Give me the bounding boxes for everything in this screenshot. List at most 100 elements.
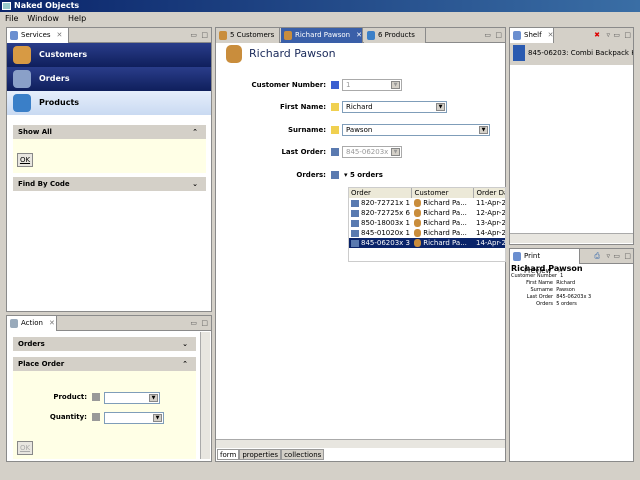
minimize-icon[interactable]: ▭ (190, 319, 197, 327)
dropdown-icon: ▼ (391, 81, 400, 89)
order-cell[interactable]: 850-18003x 1 (349, 218, 412, 228)
table-row[interactable]: 845-06203x 3 Richard Pa... 14-Apr-2 (349, 238, 505, 248)
print-button-icon[interactable]: ⎙ (594, 252, 600, 261)
customer-cell[interactable]: Richard Pa... (412, 218, 474, 228)
surname-field[interactable]: Pawson ▼ (342, 124, 490, 136)
horizontal-scrollbar[interactable] (510, 233, 633, 243)
order-cell[interactable]: 845-06203x 3 (349, 238, 412, 248)
maximize-icon[interactable]: □ (624, 252, 631, 260)
dropdown-icon[interactable]: ▼ (479, 126, 488, 134)
tab-form[interactable]: form (217, 449, 240, 460)
dropdown-icon[interactable]: ▼ (149, 394, 158, 402)
expand-icon[interactable]: ⌄ (192, 177, 198, 191)
column-header-customer[interactable]: Customer (411, 188, 475, 198)
place-order-header[interactable]: Place Order ⌃ (13, 357, 196, 371)
ok-button[interactable]: OK (17, 153, 33, 167)
minimize-icon[interactable]: ▭ (190, 31, 197, 39)
action-icon (10, 319, 18, 328)
tab-customers[interactable]: 5 Customers (216, 28, 280, 43)
tab-action[interactable]: Action ✕ (7, 316, 57, 331)
label: Orders (18, 340, 45, 348)
column-header-order-date[interactable]: Order Da (473, 188, 505, 198)
last-order-field[interactable]: 845-06203x 3 ▼ (342, 146, 402, 158)
horizontal-scrollbar[interactable] (216, 439, 505, 448)
dropdown-icon[interactable]: ▼ (153, 414, 162, 422)
maximize-icon[interactable]: □ (495, 31, 502, 39)
quantity-input[interactable]: ▼ (104, 412, 164, 424)
print-preview-content: Richard Pawson Customer Number 1 First Na… (511, 264, 631, 308)
order-cell[interactable]: 820-72725x 6 (349, 208, 412, 218)
collapse-icon[interactable]: ⌃ (192, 125, 198, 139)
table-row[interactable]: 820-72721x 1 Richard Pa... 11-Apr-2 (349, 198, 505, 208)
order-cell[interactable]: 820-72721x 1 (349, 198, 412, 208)
menu-help[interactable]: Help (68, 14, 86, 23)
view-menu-icon[interactable]: ▿ (606, 31, 610, 39)
customer-cell[interactable]: Richard Pa... (412, 198, 474, 208)
vertical-scrollbar[interactable] (200, 332, 210, 459)
customer-cell[interactable]: Richard Pa... (412, 208, 474, 218)
maximize-icon[interactable]: □ (201, 31, 208, 39)
order-date-cell[interactable]: 11-Apr-2 (474, 198, 505, 208)
label: Show All (18, 128, 52, 136)
show-all-header[interactable]: Show All ⌃ (13, 125, 206, 139)
orders-header[interactable]: Orders ⌄ (13, 337, 196, 351)
menu-file[interactable]: File (5, 14, 18, 23)
order-icon (331, 171, 339, 179)
order-date-cell[interactable]: 14-Apr-2 (474, 228, 505, 238)
preview-row: First Name Richard (511, 280, 631, 287)
maximize-icon[interactable]: □ (624, 31, 631, 39)
service-customers[interactable]: Customers (7, 43, 211, 67)
order-icon (351, 209, 359, 217)
tab-collections[interactable]: collections (281, 449, 325, 460)
table-row[interactable]: 820-72725x 6 Richard Pa... 12-Apr-2 (349, 208, 505, 218)
collapse-icon[interactable]: ⌃ (182, 357, 188, 371)
clear-shelf-icon[interactable]: ✖ (594, 31, 600, 39)
dropdown-icon[interactable]: ▼ (436, 103, 445, 111)
minimize-icon[interactable]: ▭ (613, 252, 620, 260)
tab-richard-pawson[interactable]: Richard Pawson ✕ (281, 28, 363, 43)
order-date-cell[interactable]: 12-Apr-2 (474, 208, 505, 218)
view-menu-icon[interactable]: ▿ (606, 252, 610, 260)
text-icon (331, 126, 339, 134)
close-icon[interactable]: ✕ (356, 31, 362, 39)
expand-icon[interactable]: ⌄ (182, 337, 188, 351)
tab-properties[interactable]: properties (239, 449, 282, 460)
customer-cell[interactable]: Richard Pa... (411, 238, 474, 248)
service-orders[interactable]: Orders (7, 67, 211, 91)
ok-button[interactable]: OK (17, 441, 33, 455)
menu-window[interactable]: Window (27, 14, 59, 23)
label: Place Order (18, 360, 65, 368)
shelf-item[interactable]: 845-06203: Combi Backpack Ham (510, 43, 633, 65)
table-row[interactable]: 850-18003x 1 Richard Pa... 13-Apr-2 (349, 218, 505, 228)
order-date-cell[interactable]: 14-Apr-2 (473, 238, 505, 248)
label: Orders (536, 301, 553, 307)
tab-shelf[interactable]: Shelf ✕ (510, 28, 554, 43)
order-cell[interactable]: 845-01020x 1 (349, 228, 412, 238)
app-icon (2, 2, 11, 10)
label: 845-06203: Combi Backpack Ham (528, 49, 633, 57)
orders-toggle[interactable]: ▾ 5 orders (344, 171, 383, 179)
close-icon[interactable]: ✕ (548, 31, 554, 39)
maximize-icon[interactable]: □ (201, 319, 208, 327)
tab-services[interactable]: Services ✕ (7, 28, 69, 43)
show-all-body: OK (13, 139, 206, 173)
order-date-cell[interactable]: 13-Apr-2 (474, 218, 505, 228)
minimize-icon[interactable]: ▭ (484, 31, 491, 39)
place-order-body: Product: ▼ Quantity: ▼ OK (13, 371, 196, 459)
find-by-code-header[interactable]: Find By Code ⌄ (13, 177, 206, 191)
first-name-field[interactable]: Richard ▼ (342, 101, 447, 113)
order-icon (13, 70, 31, 88)
customer-cell[interactable]: Richard Pa... (412, 228, 474, 238)
product-input[interactable]: ▼ (104, 392, 160, 404)
service-products[interactable]: Products (7, 91, 211, 115)
product-icon (13, 94, 31, 112)
product-icon (367, 31, 375, 40)
minimize-icon[interactable]: ▭ (613, 31, 620, 39)
close-icon[interactable]: ✕ (49, 319, 55, 327)
table-row[interactable]: 845-01020x 1 Richard Pa... 14-Apr-2 (349, 228, 505, 238)
column-header-order[interactable]: Order (349, 188, 413, 198)
tab-products[interactable]: 6 Products (364, 28, 426, 43)
close-icon[interactable]: ✕ (57, 31, 63, 39)
customer-icon (413, 209, 421, 217)
tab-print-preview[interactable]: Print Preview ✕ (510, 249, 580, 275)
